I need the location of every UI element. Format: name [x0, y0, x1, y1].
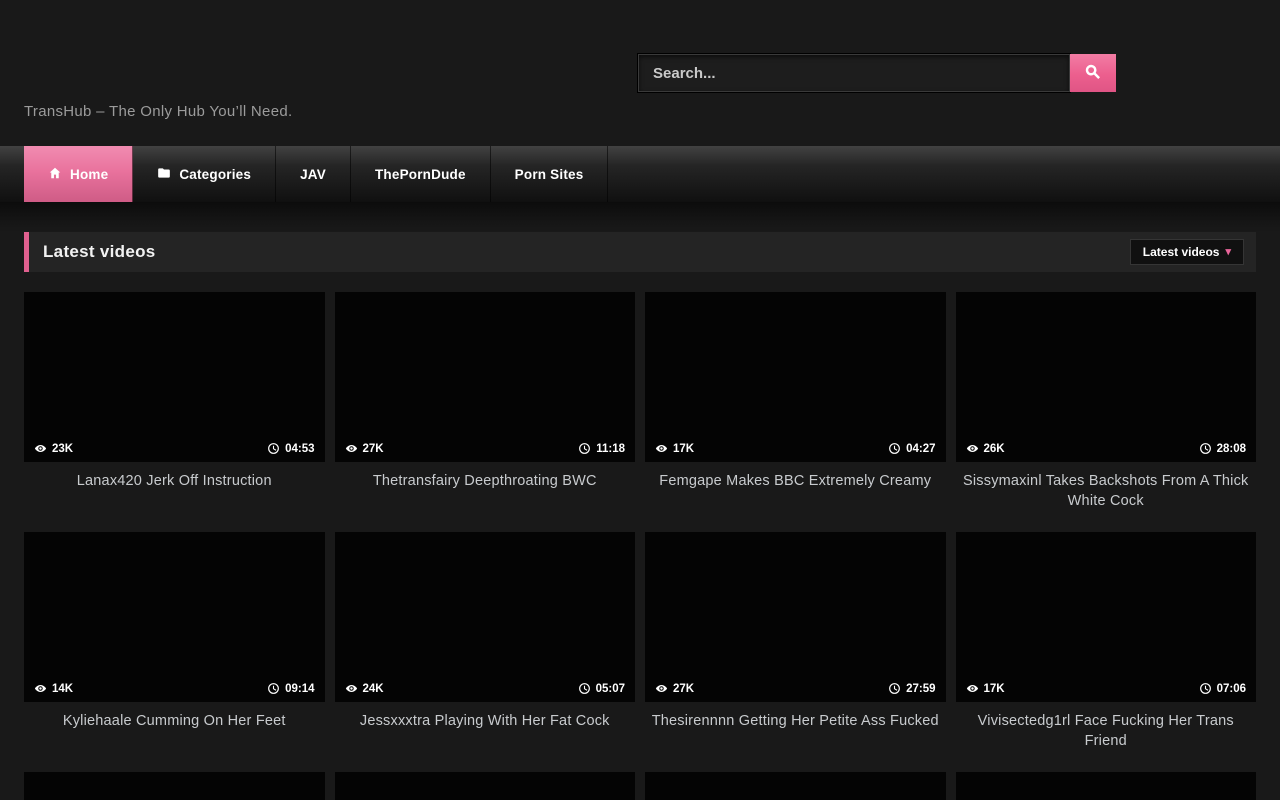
site-header: TransHub – The Only Hub You’ll Need.	[0, 0, 1280, 146]
home-icon	[48, 166, 62, 183]
video-card[interactable]: 24K 05:07 Jessxxxtra Playing With Her Fa…	[335, 532, 636, 762]
nav-item-label: JAV	[300, 167, 326, 182]
search-form	[638, 54, 1116, 92]
video-duration: 11:18	[596, 443, 625, 455]
section-title: Latest videos	[29, 242, 156, 262]
video-card[interactable]: 27K 27:59 Thesirennnn Getting Her Petite…	[645, 532, 946, 762]
video-thumbnail[interactable]: 17K 04:27	[645, 292, 946, 462]
video-title[interactable]: Thetransfairy Deepthroating BWC	[335, 462, 636, 522]
clock-icon	[1199, 442, 1212, 455]
clock-icon	[267, 682, 280, 695]
video-thumbnail[interactable]	[645, 772, 946, 800]
video-title[interactable]: Femgape Makes BBC Extremely Creamy	[645, 462, 946, 522]
eye-icon	[345, 442, 358, 455]
nav-item-label: ThePornDude	[375, 167, 466, 182]
nav-item-label: Home	[70, 167, 108, 182]
video-duration: 04:27	[906, 443, 935, 455]
nav-item-categories[interactable]: Categories	[133, 146, 276, 202]
video-meta: 27K 27:59	[645, 675, 946, 702]
nav-item-label: Categories	[179, 167, 251, 182]
search-input[interactable]	[638, 54, 1070, 92]
clock-icon	[578, 442, 591, 455]
eye-icon	[966, 682, 979, 695]
video-thumbnail[interactable]: 27K 11:18	[335, 292, 636, 462]
video-title[interactable]: Sissymaxinl Takes Backshots From A Thick…	[956, 462, 1257, 522]
video-title[interactable]: Jessxxxtra Playing With Her Fat Cock	[335, 702, 636, 762]
video-card[interactable]: 26K 28:08 Sissymaxinl Takes Backshots Fr…	[956, 292, 1257, 522]
video-thumbnail[interactable]: 14K 09:14	[24, 532, 325, 702]
clock-icon	[1199, 682, 1212, 695]
video-card[interactable]: 23K 04:53 Lanax420 Jerk Off Instruction	[24, 292, 325, 522]
view-count: 23K	[52, 443, 73, 455]
video-thumbnail[interactable]: 24K 05:07	[335, 532, 636, 702]
search-button[interactable]	[1070, 54, 1116, 92]
video-duration: 28:08	[1217, 443, 1246, 455]
sort-dropdown[interactable]: Latest videos ▾	[1130, 239, 1244, 265]
view-count: 24K	[363, 683, 384, 695]
video-duration: 04:53	[285, 443, 314, 455]
eye-icon	[655, 682, 668, 695]
video-meta: 14K 09:14	[24, 675, 325, 702]
eye-icon	[345, 682, 358, 695]
nav-bottom-shadow	[0, 202, 1280, 232]
video-thumbnail[interactable]	[956, 772, 1257, 800]
video-duration: 05:07	[596, 683, 625, 695]
video-duration: 09:14	[285, 683, 314, 695]
eye-icon	[966, 442, 979, 455]
video-thumbnail[interactable]	[24, 772, 325, 800]
video-card[interactable]: 27K 11:18 Thetransfairy Deepthroating BW…	[335, 292, 636, 522]
video-thumbnail[interactable]: 26K 28:08	[956, 292, 1257, 462]
search-icon	[1084, 63, 1102, 84]
chevron-down-icon: ▾	[1225, 247, 1231, 258]
video-card[interactable]: 17K 07:06 Vivisectedg1rl Face Fucking He…	[956, 532, 1257, 762]
video-meta: 26K 28:08	[956, 435, 1257, 462]
view-count: 26K	[984, 443, 1005, 455]
main-nav: Home Categories JAV ThePornDude Porn Sit…	[0, 146, 1280, 202]
sort-dropdown-label: Latest videos	[1143, 245, 1220, 259]
video-thumbnail[interactable]: 17K 07:06	[956, 532, 1257, 702]
view-count: 17K	[673, 443, 694, 455]
view-count: 14K	[52, 683, 73, 695]
video-meta: 17K 07:06	[956, 675, 1257, 702]
latest-videos-section-header: Latest videos Latest videos ▾	[24, 232, 1256, 272]
eye-icon	[34, 682, 47, 695]
video-meta: 24K 05:07	[335, 675, 636, 702]
nav-item-theporndude[interactable]: ThePornDude	[351, 146, 491, 202]
clock-icon	[888, 682, 901, 695]
video-title[interactable]: Vivisectedg1rl Face Fucking Her Trans Fr…	[956, 702, 1257, 762]
video-thumbnail[interactable]: 27K 27:59	[645, 532, 946, 702]
video-card-partial[interactable]	[335, 772, 636, 800]
video-thumbnail[interactable]	[335, 772, 636, 800]
video-meta: 27K 11:18	[335, 435, 636, 462]
view-count: 27K	[363, 443, 384, 455]
video-duration: 27:59	[906, 683, 935, 695]
video-duration: 07:06	[1217, 683, 1246, 695]
clock-icon	[888, 442, 901, 455]
video-title[interactable]: Thesirennnn Getting Her Petite Ass Fucke…	[645, 702, 946, 762]
nav-item-label: Porn Sites	[515, 167, 584, 182]
nav-item-porn-sites[interactable]: Porn Sites	[491, 146, 609, 202]
video-card[interactable]: 14K 09:14 Kyliehaale Cumming On Her Feet	[24, 532, 325, 762]
folder-icon	[157, 166, 171, 183]
video-grid: 23K 04:53 Lanax420 Jerk Off Instruction …	[24, 292, 1256, 800]
video-card-partial[interactable]	[956, 772, 1257, 800]
clock-icon	[578, 682, 591, 695]
video-title[interactable]: Kyliehaale Cumming On Her Feet	[24, 702, 325, 762]
video-card-partial[interactable]	[24, 772, 325, 800]
view-count: 17K	[984, 683, 1005, 695]
video-meta: 17K 04:27	[645, 435, 946, 462]
eye-icon	[34, 442, 47, 455]
video-meta: 23K 04:53	[24, 435, 325, 462]
nav-item-home[interactable]: Home	[24, 146, 133, 202]
site-tagline: TransHub – The Only Hub You’ll Need.	[24, 103, 292, 120]
video-title[interactable]: Lanax420 Jerk Off Instruction	[24, 462, 325, 522]
video-card[interactable]: 17K 04:27 Femgape Makes BBC Extremely Cr…	[645, 292, 946, 522]
video-thumbnail[interactable]: 23K 04:53	[24, 292, 325, 462]
nav-item-jav[interactable]: JAV	[276, 146, 351, 202]
eye-icon	[655, 442, 668, 455]
video-card-partial[interactable]	[645, 772, 946, 800]
view-count: 27K	[673, 683, 694, 695]
clock-icon	[267, 442, 280, 455]
